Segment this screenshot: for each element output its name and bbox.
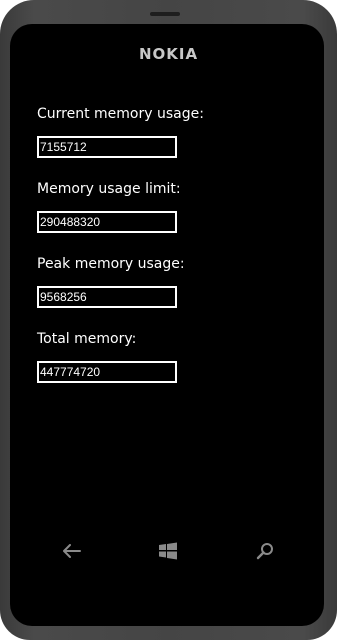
memory-info-panel: Current memory usage: 7155712 Memory usa…	[37, 104, 297, 404]
back-arrow-icon	[63, 544, 81, 558]
earpiece-speaker	[150, 12, 180, 16]
peak-memory-usage-label: Peak memory usage:	[37, 256, 185, 272]
total-memory-field[interactable]: 447774720	[37, 361, 177, 383]
hardware-nav-bar	[0, 538, 337, 564]
search-button[interactable]	[252, 538, 278, 564]
current-memory-usage-field[interactable]: 7155712	[37, 136, 177, 158]
current-memory-usage-label: Current memory usage:	[37, 106, 204, 122]
start-button[interactable]	[155, 538, 181, 564]
phone-device-frame: NOKIA Current memory usage: 7155712 Memo…	[0, 0, 337, 640]
memory-usage-limit-label: Memory usage limit:	[37, 181, 181, 197]
memory-usage-limit-field[interactable]: 290488320	[37, 211, 177, 233]
windows-logo-icon	[159, 542, 177, 560]
back-button[interactable]	[59, 538, 85, 564]
peak-memory-usage-field[interactable]: 9568256	[37, 286, 177, 308]
total-memory-label: Total memory:	[37, 331, 137, 347]
search-icon	[256, 543, 273, 560]
brand-logo: NOKIA	[138, 45, 199, 63]
